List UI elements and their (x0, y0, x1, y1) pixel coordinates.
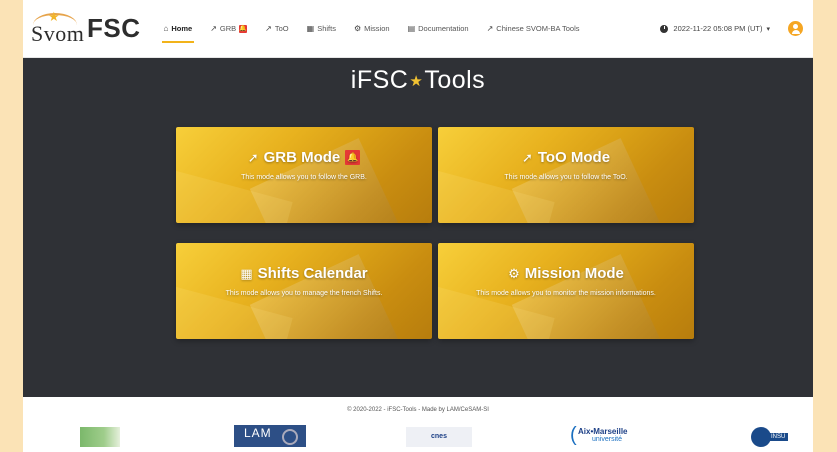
brand-fsc: FSC (87, 13, 141, 43)
page-title: iFSC★Tools (350, 66, 486, 94)
home-icon: ⌂ (163, 24, 169, 33)
card-description: This mode allows you to manage the frenc… (225, 290, 383, 297)
nav-item-chinese-tools[interactable]: ↗ Chinese SVOM-BA Tools (487, 0, 580, 57)
main-nav: ⌂ Home ↗ GRB 🔔 ↗ ToO ▦ Shifts ⚙ Mission … (155, 0, 589, 57)
calendar-icon: ▦ (240, 265, 253, 281)
book-icon: ▤ (407, 24, 416, 33)
nav-item-mission[interactable]: ⚙ Mission (354, 0, 390, 57)
nav-item-shifts[interactable]: ▦ Shifts (307, 0, 336, 57)
cnrs-insu-logo[interactable]: INSU (751, 427, 789, 447)
mission-mode-card[interactable]: ⚙ Mission Mode This mode allows you to m… (438, 243, 694, 339)
nav-item-grb[interactable]: ↗ GRB 🔔 (210, 0, 248, 57)
card-description: This mode allows you to follow the GRB. (241, 174, 367, 181)
lam-logo[interactable]: LAM (234, 425, 306, 447)
app-window: ★ Svom FSC ⌂ Home ↗ GRB 🔔 ↗ ToO ▦ Shifts (23, 0, 813, 452)
card-description: This mode allows you to follow the ToO. (504, 174, 628, 181)
bell-icon: 🔔 (345, 150, 361, 165)
datetime-dropdown[interactable]: 2022-11-22 05:08 PM (UT) ▾ (660, 24, 770, 33)
top-navbar: ★ Svom FSC ⌂ Home ↗ GRB 🔔 ↗ ToO ▦ Shifts (23, 0, 813, 58)
cesam-logo[interactable] (80, 427, 120, 447)
svom-logo: ★ Svom (31, 8, 85, 46)
brand-logo[interactable]: ★ Svom FSC (31, 9, 141, 49)
gear-icon: ⚙ (508, 265, 520, 281)
star-icon: ★ (409, 73, 424, 90)
nav-item-home[interactable]: ⌂ Home (161, 0, 194, 57)
caret-down-icon: ▾ (766, 25, 770, 33)
footer: © 2020-2022 - iFSC-Tools - Made by LAM/C… (23, 397, 813, 452)
clock-icon (660, 24, 669, 33)
bell-icon: 🔔 (239, 24, 248, 33)
datetime-text: 2022-11-22 05:08 PM (UT) (673, 24, 763, 33)
nav-item-documentation[interactable]: ▤ Documentation (408, 0, 469, 57)
user-icon[interactable] (788, 21, 803, 36)
calendar-icon: ▦ (306, 24, 315, 33)
aix-marseille-logo[interactable]: ( Aix•Marseille université (570, 424, 650, 447)
grb-mode-card[interactable]: ➚ GRB Mode 🔔 This mode allows you to fol… (176, 127, 432, 223)
too-mode-card[interactable]: ➚ ToO Mode This mode allows you to follo… (438, 127, 694, 223)
satellite-icon: ➚ (247, 149, 259, 165)
satellite-icon: ↗ (265, 24, 272, 33)
cnes-logo[interactable]: cnes (406, 427, 472, 447)
satellite-icon: ↗ (210, 24, 217, 33)
copyright-text: © 2020-2022 - iFSC-Tools - Made by LAM/C… (347, 407, 489, 413)
card-description: This mode allows you to monitor the miss… (476, 290, 656, 297)
shifts-calendar-card[interactable]: ▦ Shifts Calendar This mode allows you t… (176, 243, 432, 339)
gear-icon: ⚙ (353, 24, 362, 33)
satellite-icon: ➚ (521, 149, 533, 165)
nav-item-too[interactable]: ↗ ToO (265, 0, 288, 57)
nav-right: 2022-11-22 05:08 PM (UT) ▾ (660, 0, 813, 57)
external-link-icon: ↗ (486, 24, 494, 33)
